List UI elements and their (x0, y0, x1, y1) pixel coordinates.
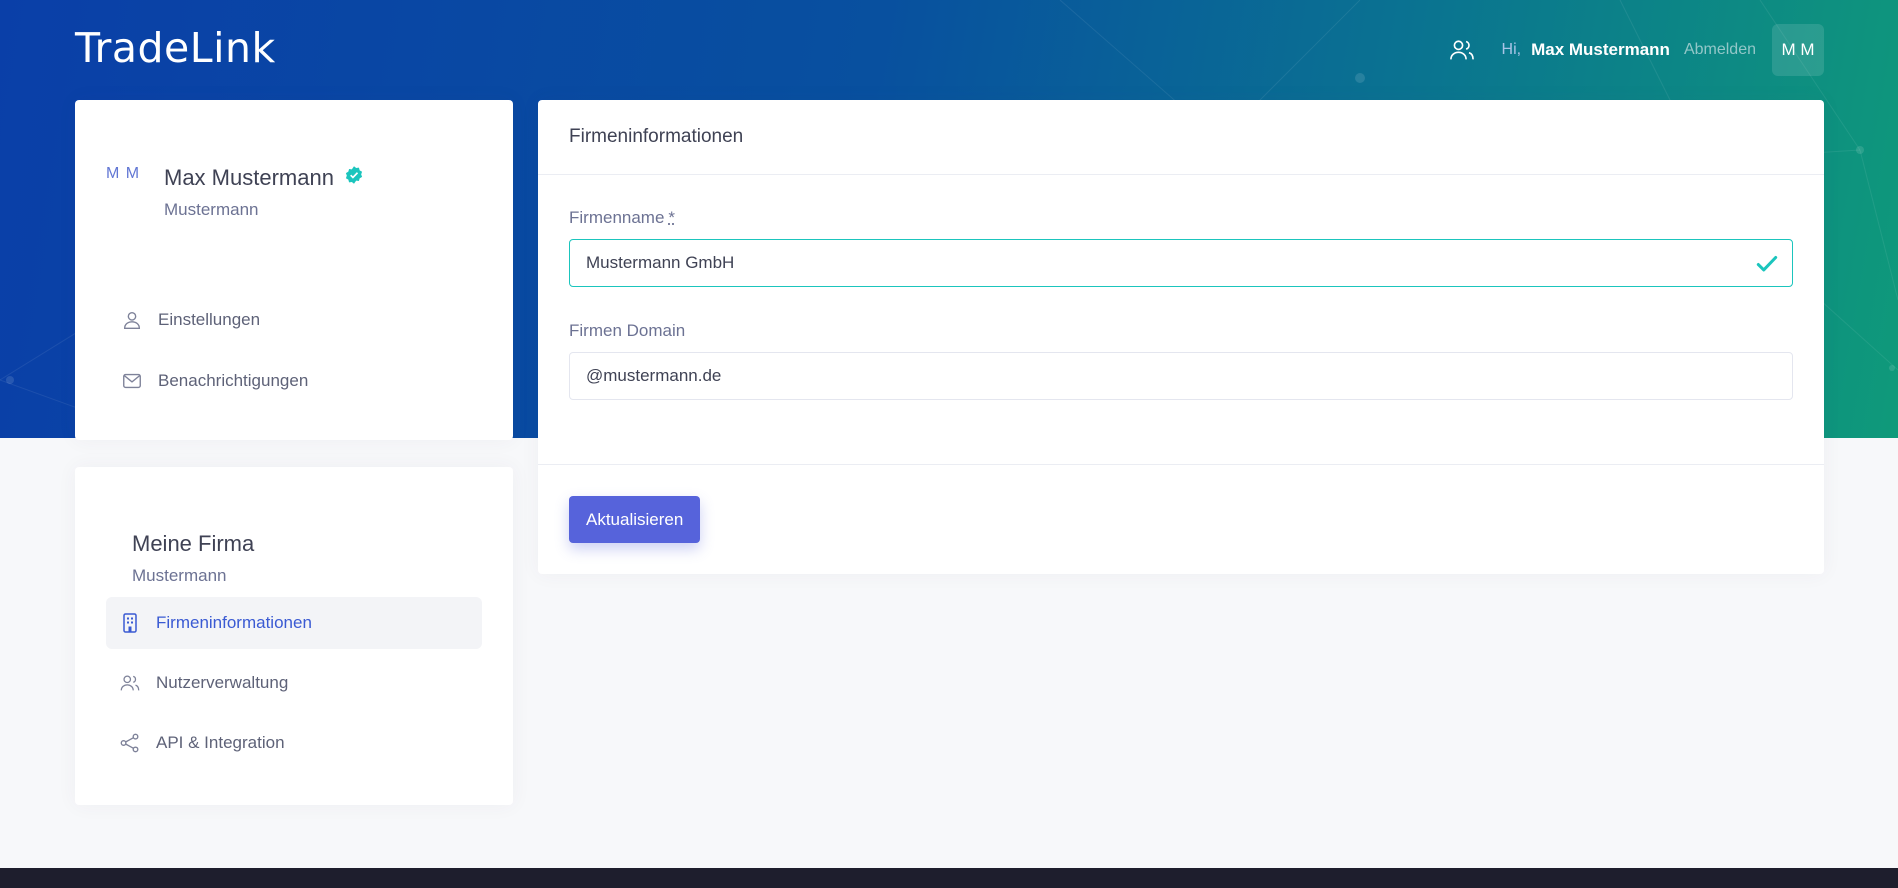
company-subtitle: Mustermann (132, 566, 227, 585)
nav-item-label: Firmeninformationen (156, 613, 312, 632)
company-domain-label: Firmen Domain (569, 321, 686, 340)
company-info-form-card: Firmeninformationen Firmenname* Firmen D… (538, 100, 1824, 574)
profile-avatar-initials: M M (106, 165, 141, 182)
company-name-label-text: Firmenname (569, 208, 665, 227)
form-card-title: Firmeninformationen (538, 100, 1824, 175)
required-marker: * (668, 208, 676, 227)
nav-item-label: API & Integration (156, 733, 285, 752)
topbar-user-name[interactable]: Max Mustermann (1531, 40, 1670, 60)
profile-name: Max Mustermann (164, 165, 334, 190)
nav-item-label: Benachrichtigungen (158, 371, 309, 390)
company-name-input[interactable] (569, 239, 1793, 287)
logout-link[interactable]: Abmelden (1684, 41, 1756, 59)
verified-badge-icon (344, 165, 364, 191)
nav-item-nutzerverwaltung[interactable]: Nutzerverwaltung (106, 657, 482, 709)
profile-name-row: Max Mustermann (164, 165, 364, 191)
nav-item-einstellungen[interactable]: Einstellungen (106, 294, 482, 346)
users-icon[interactable] (1448, 35, 1478, 65)
profile-subtitle: Mustermann (164, 200, 259, 219)
nav-item-benachrichtigungen[interactable]: Benachrichtigungen (106, 355, 482, 407)
avatar[interactable]: M M (1772, 24, 1824, 76)
company-name-label: Firmenname * (569, 208, 675, 228)
nav-item-label: Einstellungen (158, 310, 261, 329)
users-icon (118, 671, 142, 695)
check-icon (1754, 251, 1780, 277)
user-icon (120, 308, 144, 332)
form-divider (538, 464, 1824, 465)
envelope-icon (120, 369, 144, 393)
nav-item-firmeninformationen[interactable]: Firmeninformationen (106, 597, 482, 649)
company-domain-input[interactable] (569, 352, 1793, 400)
page-footer (0, 868, 1898, 888)
building-icon (118, 611, 142, 635)
share-nodes-icon (118, 731, 142, 755)
nav-item-label: Nutzerverwaltung (156, 673, 289, 692)
topbar-user-menu: Hi, Max Mustermann Abmelden M M (1448, 24, 1824, 76)
nav-item-api-integration[interactable]: API & Integration (106, 717, 482, 769)
update-button[interactable]: Aktualisieren (569, 496, 701, 543)
company-title: Meine Firma (132, 531, 255, 556)
brand-logo[interactable]: TradeLink (75, 24, 276, 72)
company-card: Meine Firma Mustermann Firmeninformation… (75, 467, 513, 805)
greeting-text: Hi, (1501, 41, 1522, 58)
profile-card: M M Max Mustermann Mustermann Einstellun… (75, 100, 513, 440)
